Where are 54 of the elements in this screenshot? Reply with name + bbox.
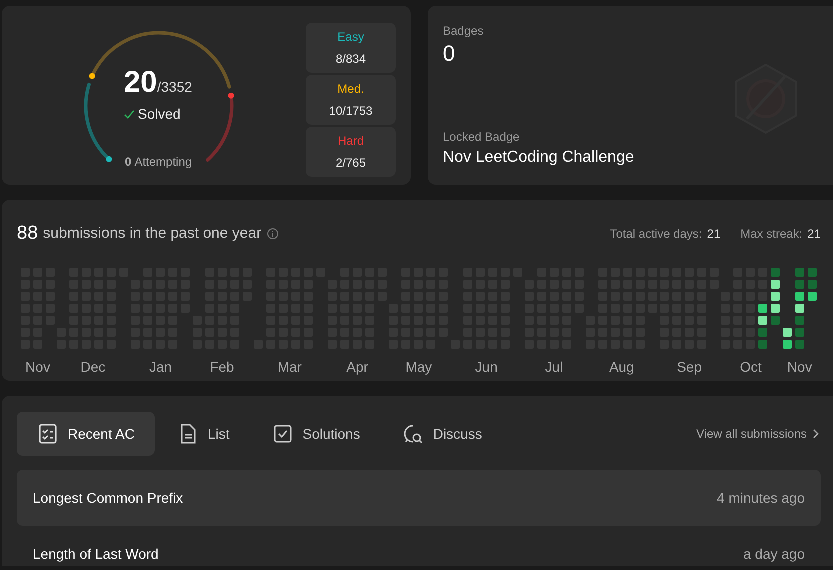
month-label: Apr (346, 358, 368, 377)
tab[interactable]: Solutions (252, 412, 380, 456)
submission-count: 88 (17, 222, 38, 246)
tab[interactable]: List (156, 412, 250, 456)
submission-time: a day ago (744, 544, 805, 564)
problem-title: Length of Last Word (33, 544, 159, 564)
stat-value: 21 (707, 226, 721, 244)
month-label: Dec (80, 358, 106, 376)
month-label: May (406, 358, 432, 377)
stat-label: Max streak: (740, 226, 803, 244)
problem-title: Longest Common Prefix (33, 488, 184, 508)
difficulty-label: Hard (338, 133, 364, 150)
difficulty-count: 8/834 (336, 51, 366, 68)
month-label: Jan (150, 358, 172, 376)
badges-title: Badges (443, 23, 485, 40)
submissions-text: submissions in the past one year (43, 224, 262, 244)
submission-row[interactable]: Length of Last Word a day ago (17, 526, 821, 566)
difficulty-card[interactable]: Hard 2/765 (306, 127, 396, 177)
locked-badge-label: Locked Badge (443, 129, 521, 146)
chevron-right-icon (813, 429, 819, 439)
difficulty-card[interactable]: Med. 10/1753 (306, 75, 396, 125)
month-label: Jul (545, 358, 564, 376)
submission-time: 4 minutes ago (717, 488, 805, 508)
solved-count: 20 (124, 68, 158, 98)
month-label: Feb (210, 358, 234, 376)
tab[interactable]: Recent AC (17, 412, 155, 456)
month-label: Jun (475, 358, 498, 376)
month-label: Aug (609, 358, 634, 377)
month-label: Nov (787, 358, 812, 376)
check-icon (124, 110, 135, 119)
month-label: Sep (677, 358, 702, 377)
tab[interactable]: Discuss (382, 412, 502, 456)
attempting-label: Attempting (134, 154, 192, 171)
info-icon (266, 228, 279, 240)
checkbox-icon (272, 423, 294, 445)
checklist-icon (37, 423, 59, 445)
submission-row[interactable]: Longest Common Prefix 4 minutes ago (17, 470, 821, 526)
difficulty-label: Med. (338, 81, 364, 98)
difficulty-card[interactable]: Easy 8/834 (306, 23, 396, 73)
locked-badge-name: Nov LeetCoding Challenge (443, 148, 636, 168)
month-label: Mar (278, 358, 302, 376)
difficulty-count: 2/765 (336, 155, 366, 172)
difficulty-label: Easy (338, 29, 364, 46)
month-label: Nov (26, 358, 50, 376)
attempting-count: 0 (125, 154, 132, 171)
badges-count: 0 (443, 40, 456, 68)
stat-label: Total active days: (610, 226, 702, 244)
month-label: Oct (740, 358, 762, 376)
stat-value: 21 (808, 226, 821, 244)
total-count: /3352 (157, 78, 192, 97)
view-all-link[interactable]: View all submissions (696, 425, 819, 443)
difficulty-count: 10/1753 (329, 103, 373, 120)
solved-label: Solved (138, 105, 181, 124)
chat-search-icon (402, 423, 424, 445)
